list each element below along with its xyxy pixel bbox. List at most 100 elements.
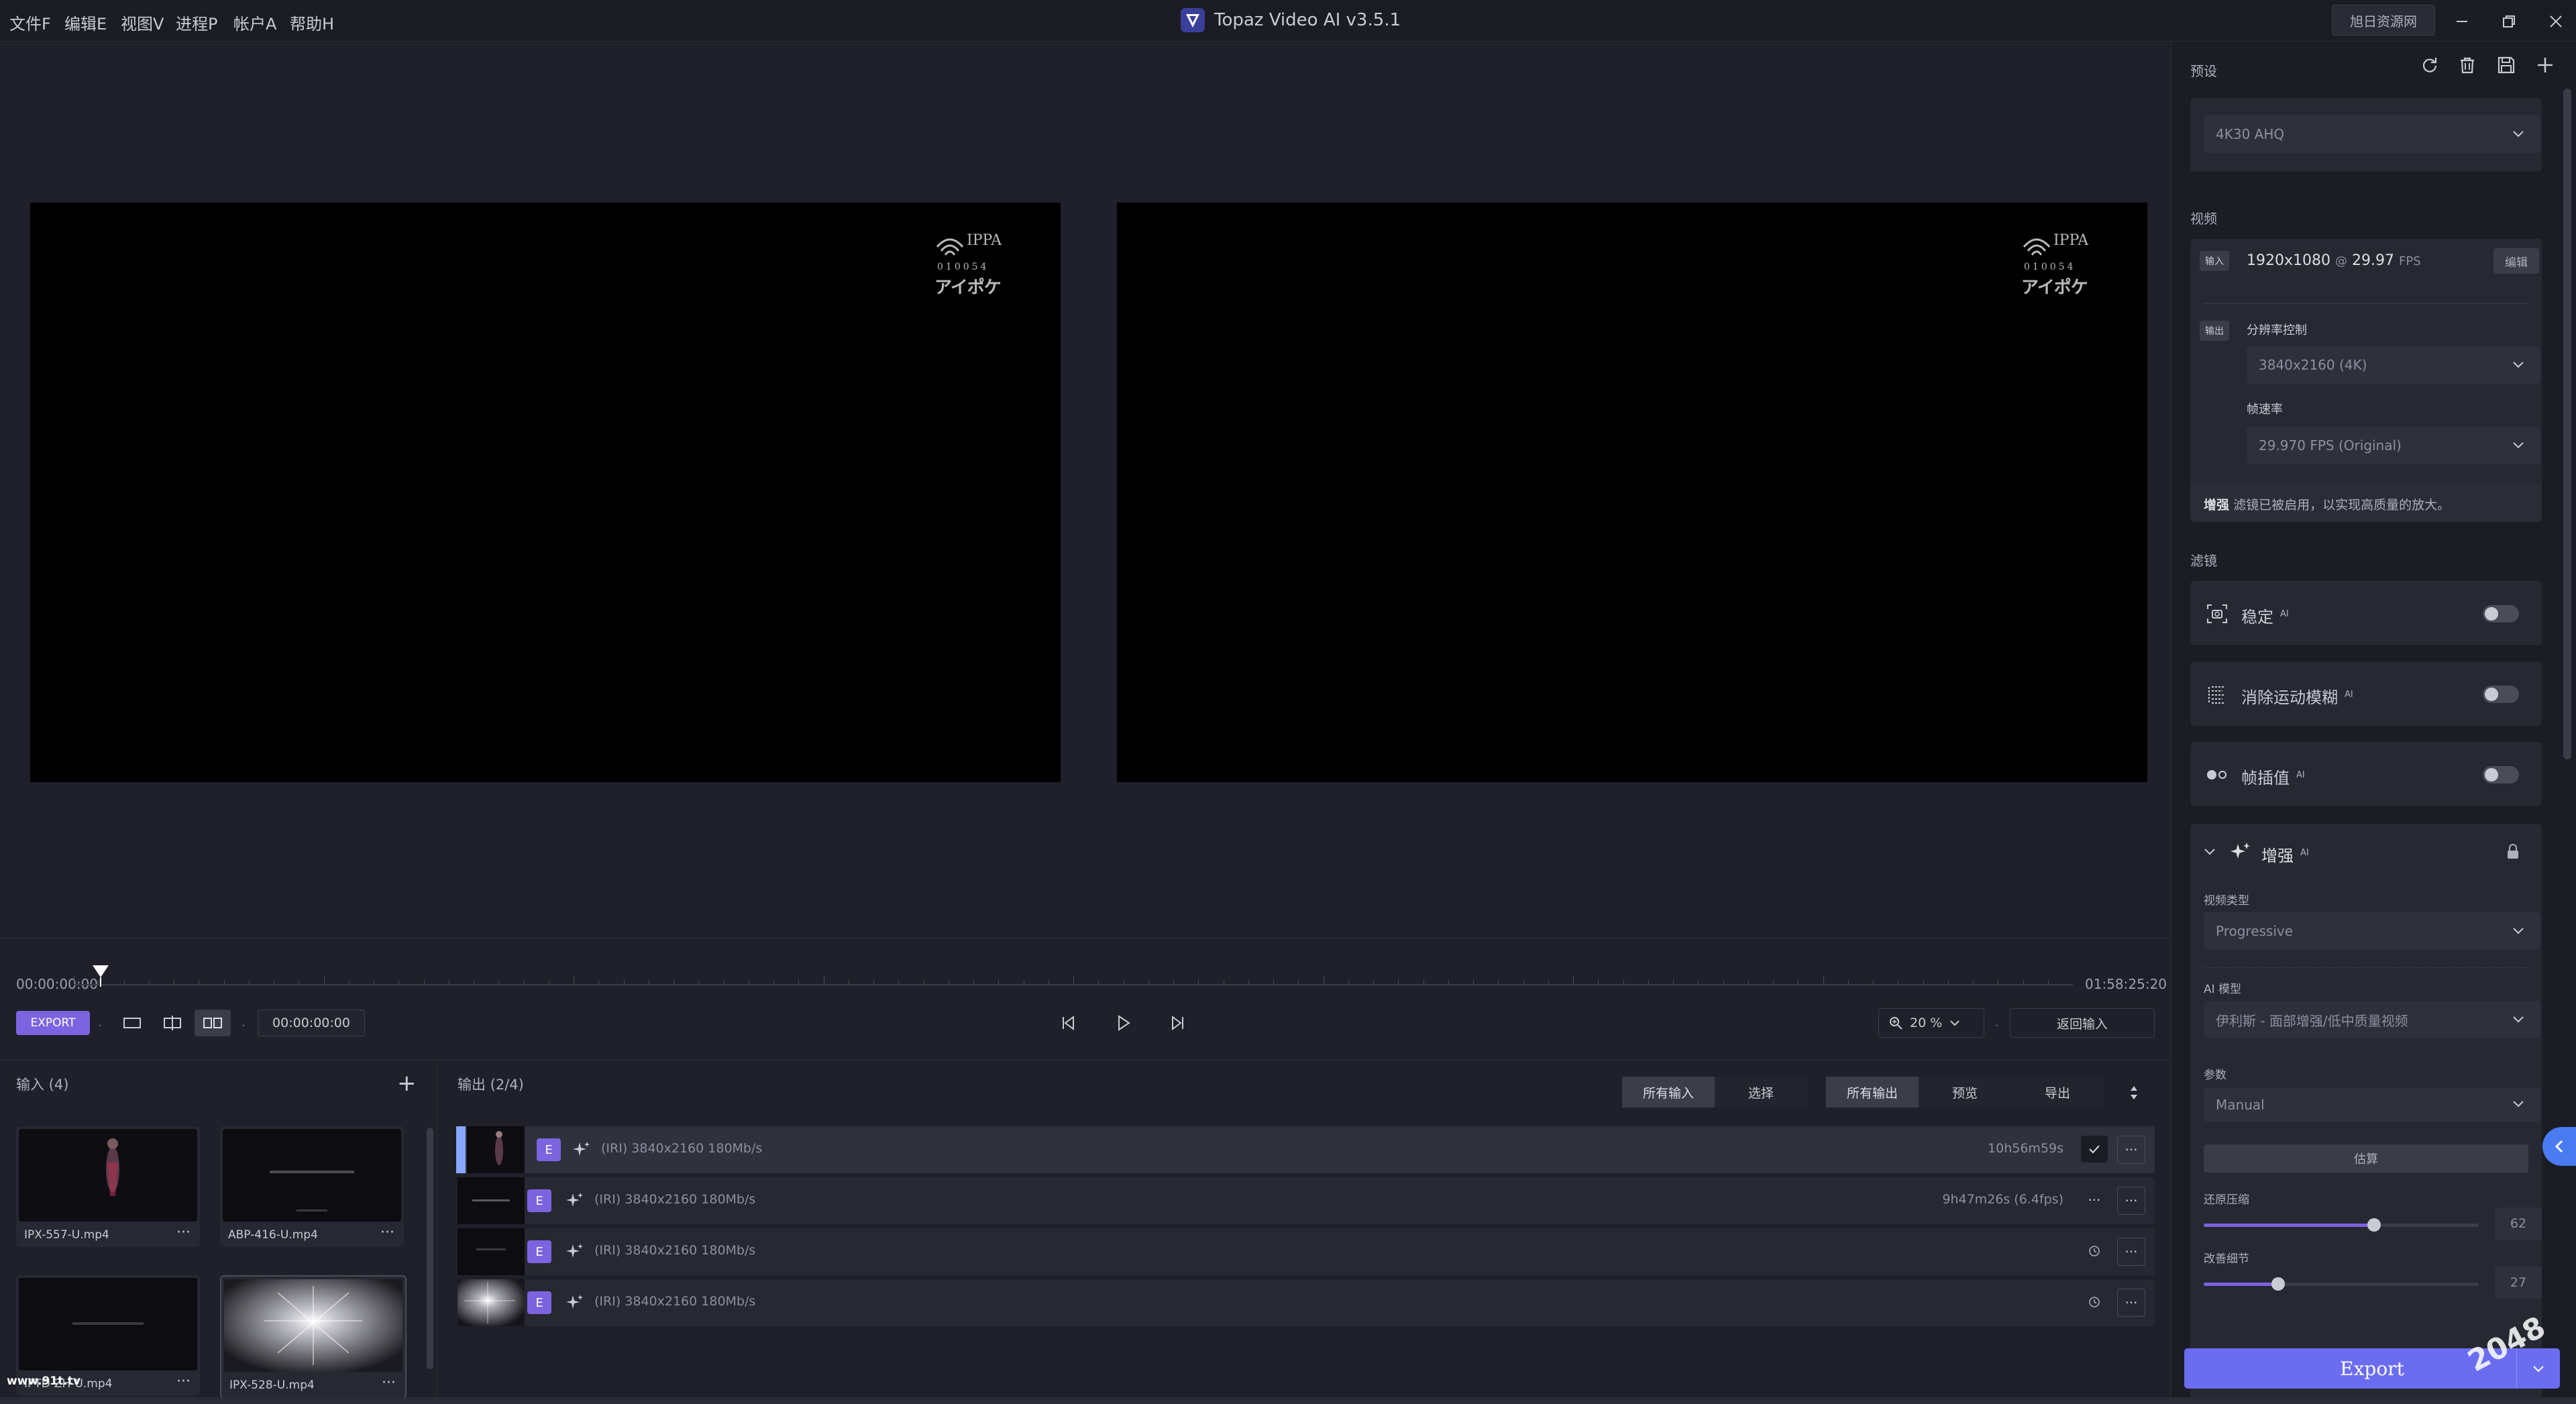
return-input-button[interactable]: 返回输入 — [2010, 1008, 2155, 1038]
row-more-button[interactable]: ··· — [2117, 1289, 2145, 1317]
preview-enhanced[interactable]: IPPA 010054 アイポケ — [1117, 203, 2147, 782]
resource-button[interactable]: 旭日资源网 — [2332, 5, 2435, 36]
more-icon[interactable]: ··· — [382, 1374, 396, 1391]
more-icon[interactable]: ··· — [176, 1373, 191, 1390]
split-view-button[interactable] — [154, 1010, 191, 1036]
single-view-icon — [123, 1018, 141, 1028]
close-icon[interactable] — [2541, 7, 2571, 36]
step-back-button[interactable] — [1053, 1010, 1085, 1036]
filter-export[interactable]: 导出 — [2011, 1077, 2104, 1108]
detail-slider[interactable] — [2204, 1277, 2479, 1291]
thumbnail — [458, 1228, 525, 1275]
video-watermark: IPPA 010054 アイポケ — [2021, 229, 2095, 298]
input-fps-value: 29.97 — [2352, 252, 2394, 269]
more-icon[interactable]: ··· — [176, 1224, 191, 1241]
filter-selected[interactable]: 选择 — [1715, 1077, 1807, 1108]
video-type-dropdown[interactable]: Progressive — [2204, 912, 2540, 950]
row-more-button[interactable]: ··· — [2081, 1187, 2108, 1213]
fps-label: 帧速率 — [2247, 402, 2283, 417]
play-button[interactable] — [1107, 1010, 1139, 1036]
sparkle-icon — [573, 1142, 590, 1156]
estimate-button[interactable]: 估算 — [2204, 1144, 2528, 1173]
minimize-icon[interactable] — [2447, 7, 2477, 36]
edit-button[interactable]: 编辑 — [2493, 248, 2539, 274]
params-dropdown[interactable]: Manual — [2204, 1088, 2540, 1122]
ai-superscript: AI — [2345, 690, 2353, 700]
filter-preview[interactable]: 预览 — [1919, 1077, 2011, 1108]
filter-motion-deblur[interactable]: 消除运动模糊 AI — [2190, 661, 2542, 726]
compression-value[interactable]: 62 — [2495, 1207, 2542, 1240]
clock-icon[interactable] — [2081, 1238, 2108, 1264]
add-preset-icon[interactable] — [2535, 55, 2558, 78]
filter-motion-label: 消除运动模糊 AI — [2241, 684, 2353, 708]
add-input-button[interactable]: + — [397, 1070, 417, 1097]
check-button[interactable] — [2081, 1136, 2108, 1163]
input-file-card[interactable]: IPX-557-U.mp4 ··· — [16, 1126, 200, 1247]
filter-stabilize[interactable]: 稳定 AI — [2190, 581, 2542, 645]
filter-frame-interpolation[interactable]: 帧插值 AI — [2190, 742, 2542, 806]
separator: · — [98, 1019, 102, 1033]
preset-dropdown[interactable]: 4K30 AHQ — [2204, 115, 2540, 153]
collapse-panel-button[interactable] — [2542, 1127, 2576, 1166]
row-more-button[interactable]: ··· — [2117, 1136, 2145, 1164]
check-icon — [2089, 1145, 2100, 1154]
compression-knob[interactable] — [2367, 1218, 2381, 1232]
chevron-down-icon[interactable] — [2202, 844, 2217, 859]
step-forward-button[interactable] — [1161, 1010, 1193, 1036]
input-file-card-selected[interactable]: IPX-528-U.mp4 ··· — [220, 1275, 407, 1399]
output-row[interactable]: E (IRI) 3840x2160 180Mb/s 10h56m59s ··· — [456, 1126, 2155, 1173]
menu-help[interactable]: 帮助H — [290, 11, 334, 34]
reset-icon[interactable] — [2420, 55, 2443, 78]
side-by-side-button[interactable] — [195, 1010, 231, 1036]
filters-label: 滤镜 — [2190, 553, 2217, 569]
input-file-name: IPX-528-U.mp4 — [229, 1379, 315, 1392]
detail-value[interactable]: 27 — [2495, 1266, 2542, 1299]
playhead-icon[interactable] — [91, 964, 110, 987]
trash-icon[interactable] — [2457, 55, 2480, 78]
stabilize-toggle[interactable] — [2483, 605, 2519, 623]
fps-dropdown[interactable]: 29.970 FPS (Original) — [2247, 427, 2540, 464]
frame-interp-toggle[interactable] — [2483, 766, 2519, 784]
video-type-value: Progressive — [2216, 923, 2294, 939]
compression-slider[interactable] — [2204, 1218, 2479, 1232]
menu-file[interactable]: 文件F — [9, 11, 51, 34]
lock-icon[interactable] — [2506, 844, 2520, 860]
input-file-name: ABP-416-U.mp4 — [228, 1228, 318, 1242]
row-more-button[interactable]: ··· — [2117, 1238, 2145, 1266]
output-row[interactable]: E (IRI) 3840x2160 180Mb/s 9h47m26s (6.4f… — [458, 1177, 2155, 1224]
timecode-input[interactable]: 00:00:00:00 — [258, 1010, 365, 1036]
menu-view[interactable]: 视图V — [121, 11, 164, 34]
clock-icon[interactable] — [2081, 1289, 2108, 1315]
single-view-button[interactable] — [114, 1010, 150, 1036]
menu-edit[interactable]: 编辑E — [64, 11, 107, 34]
settings-scrollbar[interactable] — [2563, 89, 2571, 759]
ai-model-dropdown[interactable]: 伊利斯 - 面部增强/低中质量视频 — [2204, 1001, 2540, 1038]
play-icon — [1118, 1015, 1130, 1031]
ai-model-label: AI 模型 — [2204, 983, 2242, 996]
zoom-control[interactable]: 20 % — [1878, 1008, 1984, 1038]
filter-stabilize-text: 稳定 — [2241, 608, 2273, 627]
filter-all-inputs[interactable]: 所有输入 — [1622, 1077, 1715, 1108]
filter-all-outputs[interactable]: 所有输出 — [1826, 1077, 1919, 1108]
more-icon[interactable]: ··· — [380, 1224, 394, 1241]
input-file-card[interactable]: ABP-416-U.mp4 ··· — [220, 1126, 404, 1247]
resolution-dropdown[interactable]: 3840x2160 (4K) — [2247, 346, 2540, 384]
input-scrollbar[interactable] — [427, 1128, 433, 1369]
save-icon[interactable] — [2496, 55, 2519, 78]
motion-deblur-toggle[interactable] — [2483, 686, 2519, 703]
detail-knob[interactable] — [2271, 1277, 2285, 1291]
sort-icon[interactable] — [2124, 1085, 2144, 1101]
row-more-button[interactable]: ··· — [2117, 1187, 2145, 1215]
export-label: Export — [2340, 1357, 2404, 1380]
video-type-label: 视频类型 — [2204, 894, 2249, 908]
enhance-title-text: 增强 — [2261, 847, 2294, 865]
ai-superscript: AI — [2280, 609, 2289, 619]
menu-process[interactable]: 进程P — [176, 11, 217, 34]
export-small-button[interactable]: EXPORT — [16, 1011, 90, 1035]
output-row[interactable]: E (IRI) 3840x2160 180Mb/s ··· — [458, 1228, 2155, 1275]
restore-icon[interactable] — [2494, 7, 2524, 36]
output-row[interactable]: E (IRI) 3840x2160 180Mb/s ··· — [458, 1279, 2155, 1326]
preview-original[interactable]: IPPA 010054 アイポケ — [30, 203, 1061, 782]
menu-account[interactable]: 帐户A — [233, 11, 276, 34]
enhance-badge: E — [527, 1240, 551, 1263]
